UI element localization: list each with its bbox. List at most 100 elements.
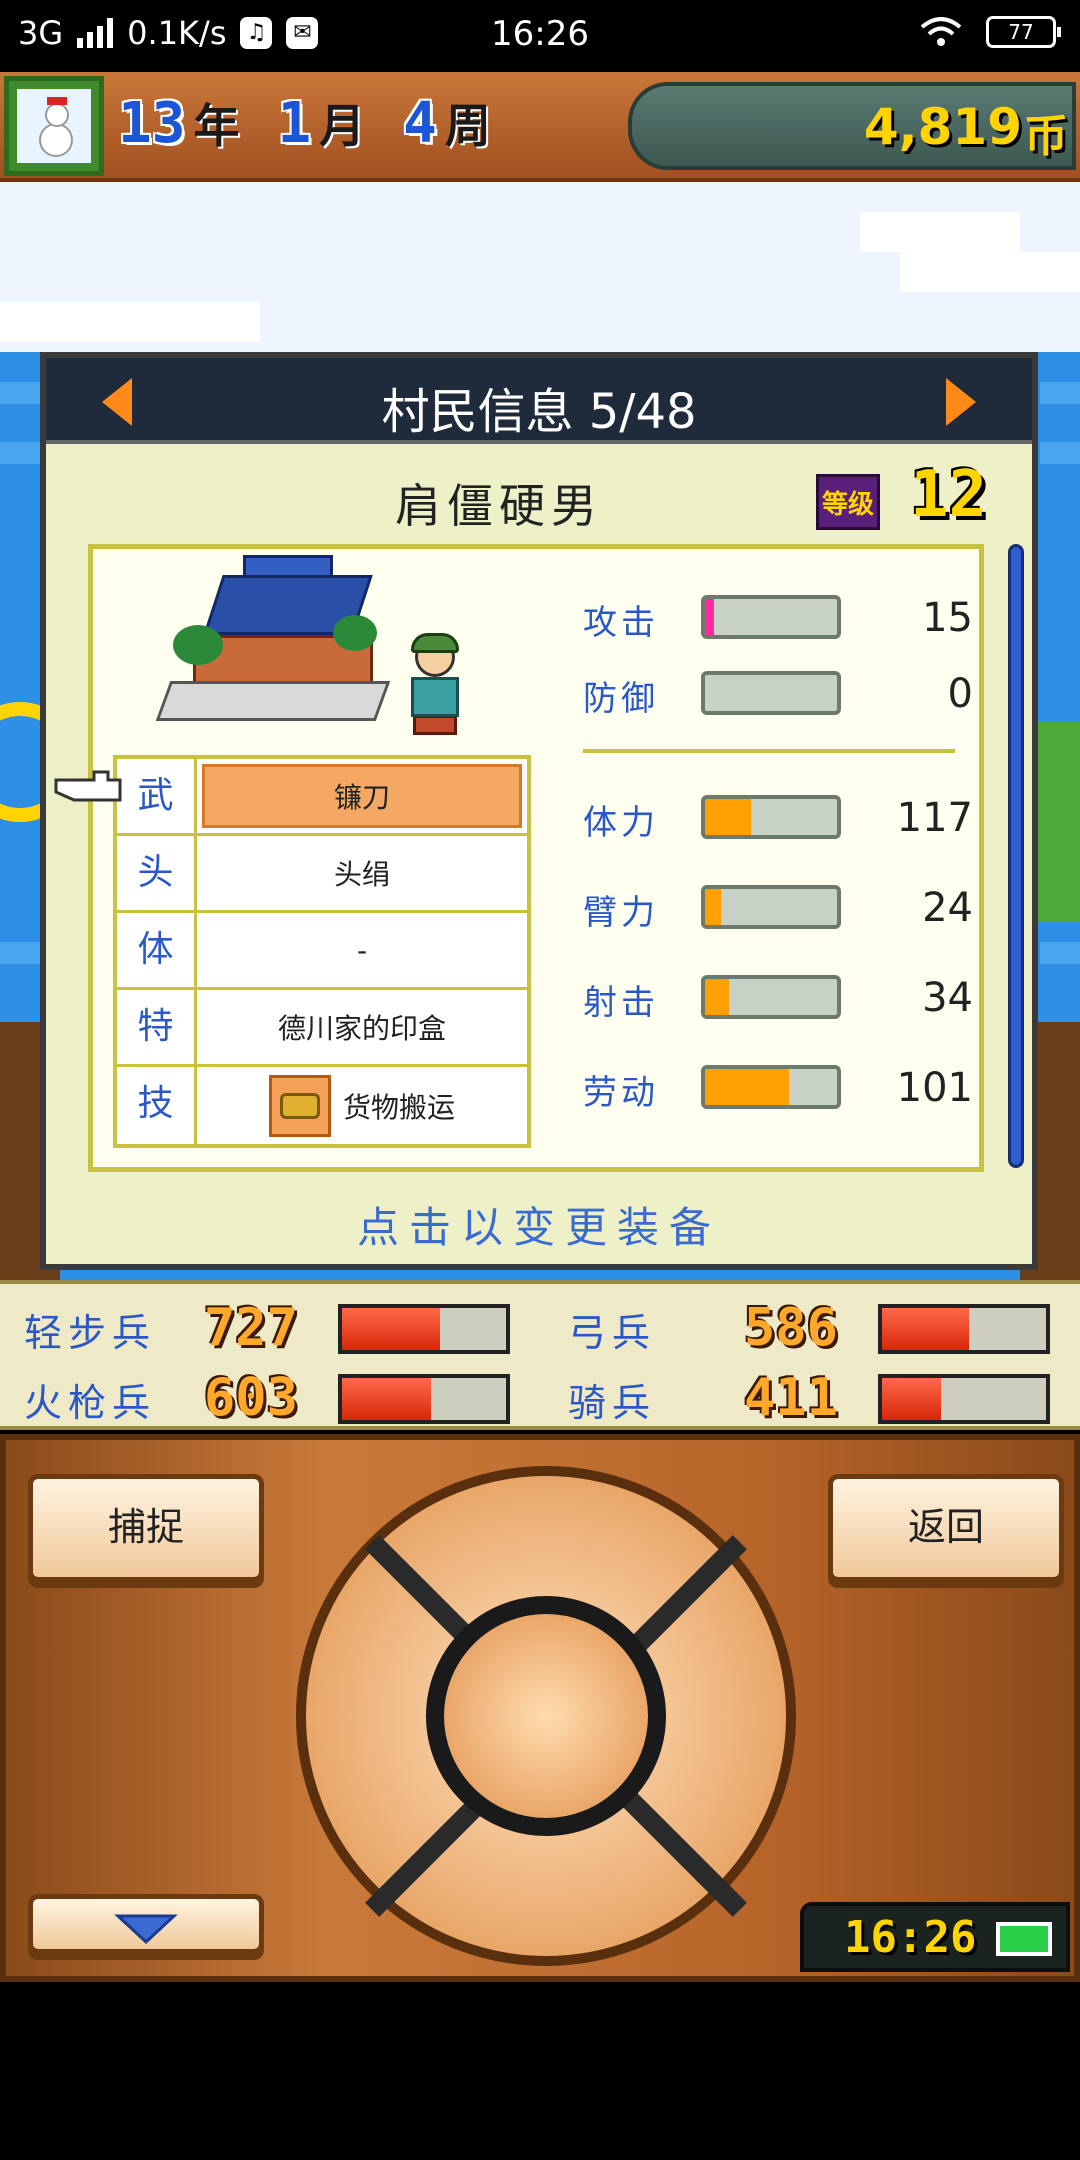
troop-bar xyxy=(338,1374,510,1424)
back-button[interactable]: 返回 xyxy=(828,1474,1064,1582)
villager-house-sprite xyxy=(153,555,473,745)
month-value: 1 xyxy=(277,91,312,156)
down-arrow-icon xyxy=(114,1914,178,1944)
stat-fill xyxy=(705,889,721,925)
troops-bar: 轻步兵 727 弓兵 586 火枪兵 603 骑兵 411 xyxy=(0,1280,1080,1430)
equip-row-skill[interactable]: 技 货物搬运 xyxy=(117,1067,527,1144)
troop-bar xyxy=(338,1304,510,1354)
week-value: 4 xyxy=(403,91,437,156)
battery-icon xyxy=(996,1922,1052,1956)
troop-light-infantry: 轻步兵 727 xyxy=(24,1298,524,1358)
stat-bar xyxy=(701,975,841,1019)
game-clock: 16:26 xyxy=(800,1902,1070,1972)
clock-time: 16:26 xyxy=(844,1912,977,1963)
equip-value[interactable]: 德川家的印盒 xyxy=(202,995,522,1059)
troop-value: 411 xyxy=(744,1368,838,1428)
cloud xyxy=(0,302,260,342)
year-value: 13 xyxy=(118,91,186,156)
equip-row-weapon[interactable]: 武 镰刀 xyxy=(117,759,527,836)
stat-fill xyxy=(705,599,715,635)
status-right: 77 xyxy=(920,16,1061,48)
equip-key: 技 xyxy=(117,1067,197,1144)
dpad-center-button[interactable] xyxy=(426,1596,666,1836)
stat-value: 24 xyxy=(922,885,973,931)
status-time: 16:26 xyxy=(491,14,589,54)
stat-label: 防御 xyxy=(583,679,659,719)
stat-label: 体力 xyxy=(583,803,659,843)
stat-row: 臂力 24 xyxy=(583,879,973,939)
troop-value: 603 xyxy=(204,1368,298,1428)
troop-label: 火枪兵 xyxy=(24,1381,157,1425)
equip-key: 体 xyxy=(117,913,197,987)
villager-info-panel: 村民信息 5/48 肩僵硬男 等级 12 武 镰刀 头 头绢 体 - 特 德川家… xyxy=(40,352,1038,1270)
troop-fill xyxy=(882,1308,969,1350)
stat-value: 34 xyxy=(922,975,973,1021)
stat-bar xyxy=(701,671,841,715)
stat-fill xyxy=(705,979,729,1015)
change-equipment-hint[interactable]: 点击以变更装备 xyxy=(46,1194,1032,1255)
equip-key: 武 xyxy=(117,759,197,833)
hand-pointer-icon xyxy=(54,770,122,802)
stat-bar xyxy=(701,885,841,929)
stat-divider xyxy=(583,749,955,753)
money-value: 4,819 xyxy=(863,98,1022,156)
money-display: 4,819 币 xyxy=(628,82,1076,170)
equipment-table: 武 镰刀 头 头绢 体 - 特 德川家的印盒 技 货物搬运 xyxy=(113,755,531,1148)
troop-bar xyxy=(878,1374,1050,1424)
level-value: 12 xyxy=(910,458,988,532)
equip-row-special[interactable]: 特 德川家的印盒 xyxy=(117,990,527,1067)
stat-label: 射击 xyxy=(583,983,659,1023)
game-date: 13 年 1 月 4 周 xyxy=(118,90,521,156)
skill-name: 货物搬运 xyxy=(342,1090,455,1124)
troop-label: 骑兵 xyxy=(568,1381,657,1425)
troop-value: 586 xyxy=(744,1298,838,1358)
stat-label: 劳动 xyxy=(583,1073,659,1113)
stat-value: 117 xyxy=(896,795,973,841)
capture-button[interactable]: 捕捉 xyxy=(28,1474,264,1582)
panel-header: 村民信息 5/48 xyxy=(46,358,1032,444)
troop-musketeer: 火枪兵 603 xyxy=(24,1368,524,1428)
stat-label: 臂力 xyxy=(583,893,659,933)
equip-row-body[interactable]: 体 - xyxy=(117,913,527,990)
dpad[interactable] xyxy=(296,1466,796,1966)
stat-row: 射击 34 xyxy=(583,969,973,1029)
year-unit: 年 xyxy=(193,99,240,153)
stat-bar xyxy=(701,1065,841,1109)
troop-fill xyxy=(882,1378,942,1420)
equip-value[interactable]: 头绢 xyxy=(202,841,522,905)
troop-label: 轻步兵 xyxy=(24,1311,157,1355)
stat-bar xyxy=(701,595,841,639)
game-top-bar: 13 年 1 月 4 周 4,819 币 xyxy=(0,72,1080,182)
villager-details: 武 镰刀 头 头绢 体 - 特 德川家的印盒 技 货物搬运 攻击 15 防御 0… xyxy=(88,544,984,1172)
cargo-icon xyxy=(268,1074,331,1137)
scrollbar[interactable] xyxy=(1008,544,1024,1168)
control-panel: 捕捉 返回 16:26 xyxy=(0,1434,1080,1982)
equip-key: 特 xyxy=(117,990,197,1064)
troop-archer: 弓兵 586 xyxy=(568,1298,1068,1358)
villager-name: 肩僵硬男 xyxy=(395,479,603,533)
equip-value[interactable]: 货物搬运 xyxy=(202,1072,522,1139)
status-bar: 3G 0.1K/s ♫ ✉ 16:26 77 xyxy=(0,0,1080,72)
troop-fill xyxy=(342,1378,431,1420)
snowman-icon xyxy=(17,89,91,163)
equip-value[interactable]: - xyxy=(202,918,522,982)
equip-row-head[interactable]: 头 头绢 xyxy=(117,836,527,913)
avatar[interactable] xyxy=(4,76,104,176)
cloud xyxy=(900,252,1080,292)
stat-row: 体力 117 xyxy=(583,789,973,849)
stat-row: 攻击 15 xyxy=(583,589,973,649)
stat-value: 101 xyxy=(896,1065,973,1111)
money-unit: 币 xyxy=(1024,111,1068,162)
stat-value: 15 xyxy=(922,595,973,641)
week-unit: 周 xyxy=(444,99,491,153)
equip-key: 头 xyxy=(117,836,197,910)
equip-value[interactable]: 镰刀 xyxy=(202,764,522,828)
troop-value: 727 xyxy=(204,1298,298,1358)
next-arrow-icon[interactable] xyxy=(946,378,976,426)
troop-cavalry: 骑兵 411 xyxy=(568,1368,1068,1428)
scroll-down-button[interactable] xyxy=(28,1894,264,1954)
wifi-icon xyxy=(920,17,962,46)
stat-fill xyxy=(705,1069,790,1105)
stat-row: 防御 0 xyxy=(583,665,973,725)
stat-row: 劳动 101 xyxy=(583,1059,973,1119)
